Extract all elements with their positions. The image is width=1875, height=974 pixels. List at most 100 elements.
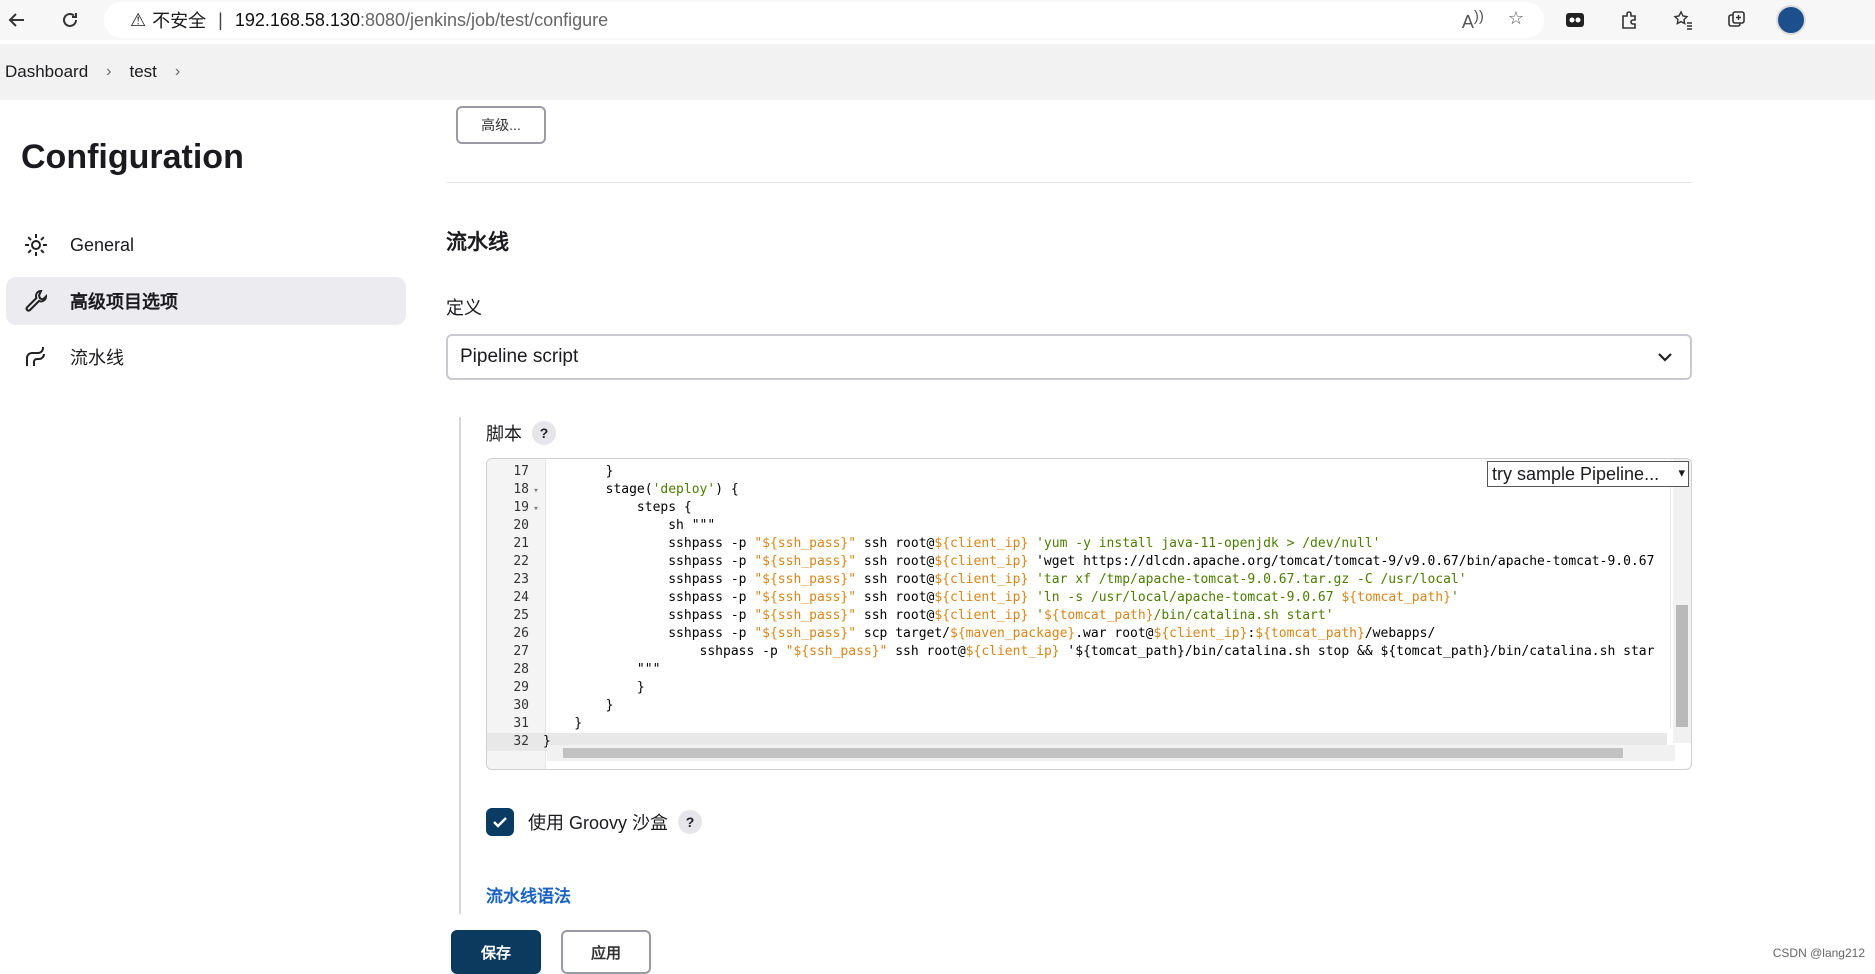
groovy-sandbox-label: 使用 Groovy 沙盒 <box>528 809 668 835</box>
line-number: 26 <box>487 625 529 643</box>
extension-app-icon[interactable] <box>1560 5 1590 35</box>
chevron-right-icon[interactable]: › <box>106 63 111 81</box>
horizontal-scrollbar-thumb[interactable] <box>563 748 1623 758</box>
gear-icon <box>22 231 50 259</box>
chevron-down-icon <box>1654 346 1676 374</box>
code-line[interactable]: 20 sh """ <box>487 517 1667 535</box>
read-aloud-icon[interactable]: A)) <box>1462 8 1484 33</box>
back-arrow-icon[interactable] <box>2 5 32 35</box>
code-line[interactable]: 29 } <box>487 679 1667 697</box>
code-line[interactable]: 22 sshpass -p "${ssh_pass}" ssh root@${c… <box>487 553 1667 571</box>
extensions-puzzle-icon[interactable] <box>1614 5 1644 35</box>
line-number: 30 <box>487 697 529 715</box>
groovy-sandbox-row: 使用 Groovy 沙盒 ? <box>486 808 702 836</box>
collections-icon[interactable] <box>1722 5 1752 35</box>
chevron-right-icon[interactable]: › <box>175 63 180 81</box>
security-warning: 不安全 <box>152 7 206 33</box>
line-code: sshpass -p "${ssh_pass}" ssh root@${clie… <box>543 644 1654 659</box>
line-number: 23 <box>487 571 529 589</box>
url-path: :8080/jenkins/job/test/configure <box>360 10 608 31</box>
line-number: 17 <box>487 463 529 481</box>
code-line[interactable]: 30 } <box>487 697 1667 715</box>
line-number: 18 <box>487 481 529 499</box>
code-line[interactable]: 27 sshpass -p "${ssh_pass}" ssh root@${c… <box>487 643 1667 661</box>
line-number: 21 <box>487 535 529 553</box>
line-number: 27 <box>487 643 529 661</box>
section-divider <box>446 182 1692 183</box>
line-code: """ <box>543 662 660 677</box>
code-line[interactable]: 26 sshpass -p "${ssh_pass}" scp target/$… <box>487 625 1667 643</box>
line-code: sshpass -p "${ssh_pass}" ssh root@${clie… <box>543 608 1334 623</box>
definition-value: Pipeline script <box>460 346 578 368</box>
fold-toggle-icon[interactable]: ▾ <box>529 482 543 500</box>
line-code: } <box>543 698 613 713</box>
line-code: sshpass -p "${ssh_pass}" ssh root@${clie… <box>543 572 1467 587</box>
code-line[interactable]: 31 } <box>487 715 1667 733</box>
line-code: sh """ <box>543 518 715 533</box>
bottom-action-bar <box>0 914 1875 968</box>
script-label-text: 脚本 <box>486 420 522 446</box>
line-code: sshpass -p "${ssh_pass}" ssh root@${clie… <box>543 536 1380 551</box>
line-number: 24 <box>487 589 529 607</box>
try-sample-pipeline-select[interactable]: try sample Pipeline... ▾ <box>1487 461 1689 487</box>
try-sample-label: try sample Pipeline... <box>1492 464 1659 485</box>
reload-icon[interactable] <box>55 5 85 35</box>
vertical-scrollbar-thumb[interactable] <box>1676 605 1688 727</box>
line-number: 19 <box>487 499 529 517</box>
line-number: 28 <box>487 661 529 679</box>
code-line[interactable]: 25 sshpass -p "${ssh_pass}" ssh root@${c… <box>487 607 1667 625</box>
definition-label: 定义 <box>446 294 482 320</box>
breadcrumb-dashboard[interactable]: Dashboard <box>5 62 88 82</box>
code-line[interactable]: 23 sshpass -p "${ssh_pass}" ssh root@${c… <box>487 571 1667 589</box>
script-help-button[interactable]: ? <box>532 421 556 445</box>
line-number: 32 <box>487 733 529 751</box>
wrench-icon <box>22 287 50 315</box>
sidebar-item-pipeline[interactable]: 流水线 <box>6 333 406 381</box>
breadcrumb: Dashboard › test › <box>0 44 1875 100</box>
line-code: steps { <box>543 500 692 515</box>
pipeline-section-title: 流水线 <box>446 226 509 256</box>
sidebar-item-general[interactable]: General <box>6 221 406 269</box>
horizontal-scrollbar[interactable] <box>547 745 1675 761</box>
groovy-sandbox-checkbox[interactable] <box>486 808 514 836</box>
add-favorite-icon[interactable]: ☆ <box>1508 8 1524 33</box>
line-code: sshpass -p "${ssh_pass}" scp target/${ma… <box>543 626 1435 641</box>
address-bar[interactable]: ⚠ 不安全 | 192.168.58.130 :8080/jenkins/job… <box>104 2 1544 38</box>
browser-toolbar: ⚠ 不安全 | 192.168.58.130 :8080/jenkins/job… <box>0 0 1875 40</box>
line-code: } <box>543 716 582 731</box>
editor-print-margin <box>1670 459 1671 729</box>
pipeline-syntax-link[interactable]: 流水线语法 <box>486 882 571 907</box>
sidebar-item-label: General <box>70 235 134 256</box>
line-code: sshpass -p "${ssh_pass}" ssh root@${clie… <box>543 590 1459 605</box>
line-number: 20 <box>487 517 529 535</box>
favorites-icon[interactable] <box>1668 5 1698 35</box>
sidebar-item-advanced[interactable]: 高级项目选项 <box>6 277 406 325</box>
pipeline-script-editor[interactable]: 17 }18▾ stage('deploy') {19▾ steps {20 s… <box>486 458 1692 770</box>
line-code: } <box>543 680 645 695</box>
advanced-button[interactable]: 高级... <box>456 106 546 144</box>
code-line[interactable]: 21 sshpass -p "${ssh_pass}" ssh root@${c… <box>487 535 1667 553</box>
code-line[interactable]: 19▾ steps { <box>487 499 1667 517</box>
groovy-help-button[interactable]: ? <box>678 810 702 834</box>
vertical-scrollbar[interactable] <box>1673 459 1691 743</box>
address-separator: | <box>218 10 223 31</box>
pipeline-icon <box>22 343 50 371</box>
nested-section-bar <box>459 417 461 937</box>
chevron-down-icon: ▾ <box>1678 465 1685 481</box>
save-button[interactable]: 保存 <box>451 930 541 974</box>
sidebar-item-label: 流水线 <box>70 344 124 370</box>
page-title: Configuration <box>21 138 244 177</box>
code-line[interactable]: 28 """ <box>487 661 1667 679</box>
line-number: 25 <box>487 607 529 625</box>
watermark: CSDN @lang212 <box>1773 946 1865 960</box>
line-code: stage('deploy') { <box>543 482 739 497</box>
profile-avatar[interactable] <box>1776 5 1806 35</box>
apply-button[interactable]: 应用 <box>561 930 651 974</box>
breadcrumb-test[interactable]: test <box>130 62 157 82</box>
script-label: 脚本 ? <box>486 420 556 446</box>
line-number: 22 <box>487 553 529 571</box>
definition-select[interactable]: Pipeline script <box>446 334 1692 380</box>
line-number: 29 <box>487 679 529 697</box>
code-line[interactable]: 24 sshpass -p "${ssh_pass}" ssh root@${c… <box>487 589 1667 607</box>
fold-toggle-icon[interactable]: ▾ <box>529 500 543 518</box>
